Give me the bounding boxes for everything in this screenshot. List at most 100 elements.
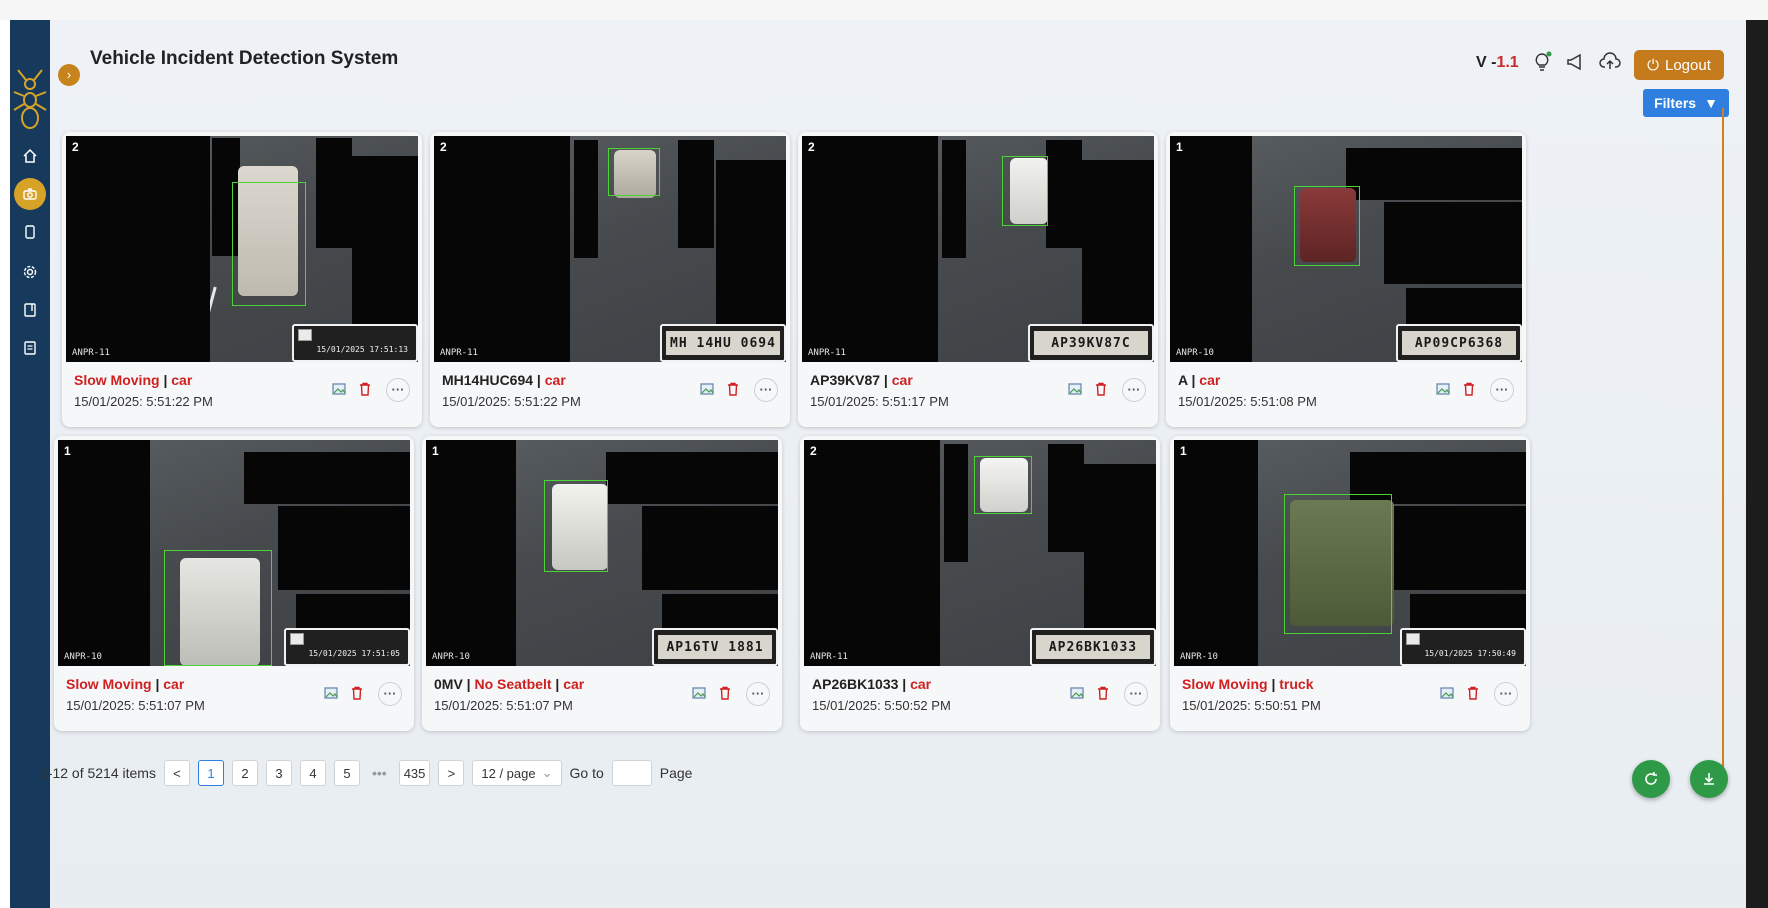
more-options-button[interactable]: ··· [746, 682, 770, 706]
more-options-button[interactable]: ··· [754, 378, 778, 402]
incident-snapshot[interactable]: 2 ANPR-11 15/01/2025 17:51:13 [66, 136, 418, 362]
sidebar-item-home[interactable] [18, 144, 42, 168]
incident-card[interactable]: 2 ANPR-11 AP26BK1033 AP26BK1033 | car 15… [800, 436, 1160, 731]
incident-card[interactable]: 2 ANPR-11 MH 14HU 0694 MH14HUC694 | car … [430, 132, 790, 427]
plate-crop: AP26BK1033 [1036, 635, 1150, 659]
page-button-2[interactable]: 2 [231, 760, 258, 786]
ellipsis-icon: ··· [1129, 686, 1143, 701]
evidence-inset[interactable]: AP26BK1033 [1030, 628, 1156, 666]
image-icon [1440, 687, 1454, 699]
incident-snapshot[interactable]: 1 ANPR-10 15/01/2025 17:51:05 [58, 440, 410, 666]
vehicle-type: car [171, 372, 193, 388]
evidence-inset[interactable]: 15/01/2025 17:50:49 [1400, 628, 1526, 666]
page-button-4[interactable]: 4 [299, 760, 326, 786]
view-image-button[interactable] [320, 682, 342, 704]
inset-timestamp: 15/01/2025 17:50:49 [1424, 649, 1516, 658]
view-image-button[interactable] [1064, 378, 1086, 400]
filters-button[interactable]: Filters ▼ [1643, 89, 1729, 117]
view-image-button[interactable] [1432, 378, 1454, 400]
more-options-button[interactable]: ··· [378, 682, 402, 706]
tips-button[interactable] [1530, 50, 1554, 74]
view-image-button[interactable] [696, 378, 718, 400]
prev-page-button[interactable]: < [163, 760, 190, 786]
page-button-3[interactable]: 3 [265, 760, 292, 786]
more-options-button[interactable]: ··· [1490, 378, 1514, 402]
download-icon [1704, 773, 1714, 785]
card-title: Slow Moving | car [66, 676, 185, 692]
vehicle-type: car [910, 676, 932, 692]
more-options-button[interactable]: ··· [1124, 682, 1148, 706]
page-button-last[interactable]: 435 [398, 760, 431, 786]
incident-card[interactable]: 2 ANPR-11 15/01/2025 17:51:13 Slow Movin… [62, 132, 422, 427]
sidebar-item-report[interactable] [18, 336, 42, 360]
incident-card[interactable]: 1 ANPR-10 AP09CP6368 A | car 15/01/2025:… [1166, 132, 1526, 427]
delete-button[interactable] [1092, 682, 1114, 704]
next-page-button[interactable]: > [438, 760, 465, 786]
page-button-5[interactable]: 5 [333, 760, 360, 786]
delete-button[interactable] [714, 682, 736, 704]
ant-logo-icon[interactable] [12, 62, 48, 132]
image-icon [1436, 383, 1450, 395]
vehicle-count: 1 [1180, 444, 1187, 458]
delete-button[interactable] [1090, 378, 1112, 400]
evidence-inset[interactable]: 15/01/2025 17:51:05 [284, 628, 410, 666]
home-icon [23, 148, 37, 163]
incident-type: Slow Moving [66, 676, 152, 692]
vehicle-count: 2 [440, 140, 447, 154]
sidebar-item-book[interactable] [18, 298, 42, 322]
incident-snapshot[interactable]: 1 ANPR-10 AP09CP6368 [1170, 136, 1522, 362]
plate-crop: MH 14HU 0694 [666, 331, 780, 355]
delete-button[interactable] [346, 682, 368, 704]
sidebar-item-settings[interactable] [18, 260, 42, 284]
delete-button[interactable] [1458, 378, 1480, 400]
upload-button[interactable] [1598, 50, 1622, 74]
incident-card[interactable]: 2 ANPR-11 AP39KV87C AP39KV87 | car 15/01… [798, 132, 1158, 427]
page-button-1[interactable]: 1 [197, 760, 224, 786]
incident-card[interactable]: 1 ANPR-10 AP16TV 1881 0MV | No Seatbelt … [422, 436, 782, 731]
incident-datetime: 15/01/2025: 5:51:08 PM [1178, 394, 1317, 409]
evidence-inset[interactable]: 15/01/2025 17:51:13 [292, 324, 418, 362]
incident-snapshot[interactable]: 2 ANPR-11 MH 14HU 0694 [434, 136, 786, 362]
sidebar-item-camera[interactable] [14, 178, 46, 210]
incident-datetime: 15/01/2025: 5:50:51 PM [1182, 698, 1321, 713]
camera-label: ANPR-11 [440, 348, 478, 358]
incident-datetime: 15/01/2025: 5:51:07 PM [434, 698, 573, 713]
plate-number: AP39KV87 [810, 372, 881, 388]
incident-type: No Seatbelt [474, 676, 552, 692]
refresh-button[interactable] [1632, 760, 1670, 798]
incident-snapshot[interactable]: 1 ANPR-10 AP16TV 1881 [426, 440, 778, 666]
more-options-button[interactable]: ··· [386, 378, 410, 402]
logout-button[interactable]: ⏻ Logout [1634, 50, 1724, 80]
evidence-inset[interactable]: MH 14HU 0694 [660, 324, 786, 362]
more-options-button[interactable]: ··· [1122, 378, 1146, 402]
incident-card[interactable]: 1 ANPR-10 15/01/2025 17:51:05 Slow Movin… [54, 436, 414, 731]
view-image-button[interactable] [688, 682, 710, 704]
logout-label: Logout [1664, 56, 1711, 74]
incident-datetime: 15/01/2025: 5:51:17 PM [810, 394, 949, 409]
evidence-inset[interactable]: AP09CP6368 [1396, 324, 1522, 362]
goto-page-input[interactable] [611, 760, 652, 786]
announcements-button[interactable] [1564, 50, 1588, 74]
pagination-ellipsis[interactable]: ••• [368, 765, 391, 781]
megaphone-icon [1567, 53, 1581, 71]
view-image-button[interactable] [1066, 682, 1088, 704]
download-button[interactable] [1690, 760, 1728, 798]
view-image-button[interactable] [328, 378, 350, 400]
incident-snapshot[interactable]: 2 ANPR-11 AP26BK1033 [804, 440, 1156, 666]
evidence-inset[interactable]: AP16TV 1881 [652, 628, 778, 666]
plate-number: A [1178, 372, 1188, 388]
delete-button[interactable] [722, 378, 744, 400]
incident-snapshot[interactable]: 2 ANPR-11 AP39KV87C [802, 136, 1154, 362]
page-size-select[interactable]: 12 / page ⌄ [472, 760, 562, 786]
version-label: V -1.1 [1476, 54, 1519, 72]
sidebar-item-device[interactable] [18, 220, 42, 244]
delete-button[interactable] [1462, 682, 1484, 704]
delete-button[interactable] [354, 378, 376, 400]
incident-snapshot[interactable]: 1 ANPR-10 15/01/2025 17:50:49 [1174, 440, 1526, 666]
more-options-button[interactable]: ··· [1494, 682, 1518, 706]
view-image-button[interactable] [1436, 682, 1458, 704]
incident-card[interactable]: 1 ANPR-10 15/01/2025 17:50:49 Slow Movin… [1170, 436, 1530, 731]
camera-label: ANPR-10 [432, 652, 470, 662]
evidence-inset[interactable]: AP39KV87C [1028, 324, 1154, 362]
pagination-summary: 1-12 of 5214 items [40, 765, 156, 781]
